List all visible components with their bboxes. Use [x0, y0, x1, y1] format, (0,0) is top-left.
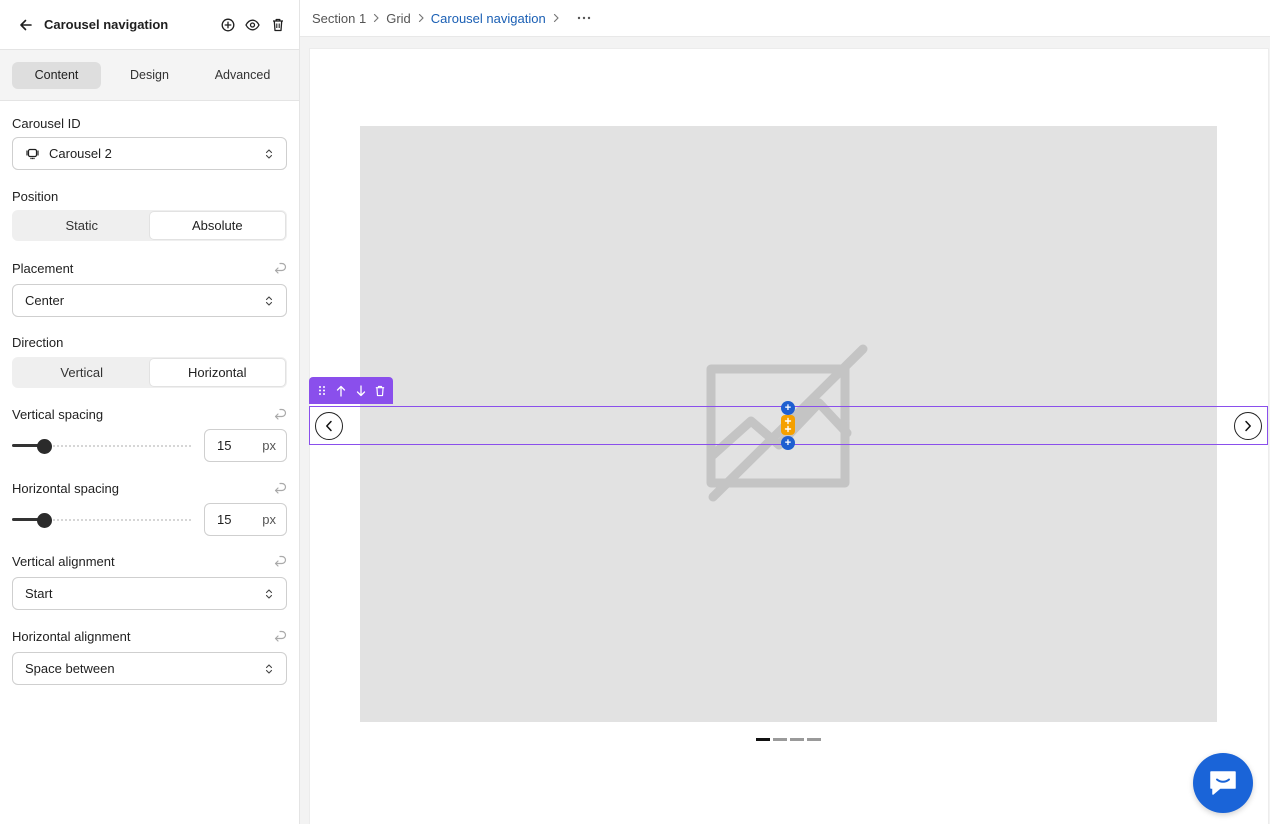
reset-arrow-icon[interactable]	[273, 554, 287, 568]
settings-sidebar: Carousel navigation Content Design Advan…	[0, 0, 300, 824]
chevron-right-icon	[368, 10, 384, 26]
vertical-alignment-label: Vertical alignment	[12, 553, 115, 569]
vertical-alignment-field: Vertical alignment Start	[12, 553, 287, 610]
arrow-up-icon	[337, 385, 346, 397]
breadcrumb-current[interactable]: Carousel navigation	[431, 11, 546, 26]
direction-vertical-option[interactable]: Vertical	[14, 359, 150, 386]
slider-thumb[interactable]	[36, 512, 52, 528]
add-element-button[interactable]	[218, 15, 237, 35]
placement-select[interactable]: Center	[12, 284, 287, 317]
arrow-left-icon	[20, 19, 32, 30]
reset-arrow-icon[interactable]	[273, 629, 287, 643]
chat-bubble-icon	[1210, 771, 1236, 795]
trash-icon	[376, 385, 385, 396]
carousel-prev-button[interactable]	[315, 412, 343, 440]
carousel-id-label: Carousel ID	[12, 115, 81, 131]
carousel-pagination	[756, 738, 821, 741]
move-down-button[interactable]	[352, 381, 370, 401]
plus-icon	[784, 417, 792, 433]
trash-icon	[272, 18, 283, 31]
vertical-spacing-input[interactable]: 15 px	[204, 429, 287, 462]
placement-value: Center	[25, 293, 65, 308]
horizontal-spacing-control: 15 px	[12, 503, 287, 536]
tab-content[interactable]: Content	[12, 61, 101, 89]
direction-label: Direction	[12, 334, 64, 350]
arrow-down-icon	[356, 384, 365, 396]
horizontal-spacing-slider[interactable]	[12, 512, 192, 528]
insert-before-button[interactable]: +	[781, 401, 795, 415]
carousel-id-select[interactable]: Carousel 2	[12, 137, 287, 170]
position-segmented-control: Static Absolute	[12, 210, 287, 241]
horizontal-alignment-value: Space between	[25, 661, 115, 676]
element-toolbar	[309, 377, 393, 404]
pagination-dot[interactable]	[756, 738, 770, 741]
carousel-next-button[interactable]	[1234, 412, 1262, 440]
direction-segmented-control: Vertical Horizontal	[12, 357, 287, 388]
drag-handle-button[interactable]	[313, 381, 331, 401]
back-button[interactable]	[16, 15, 36, 35]
chevron-right-icon	[413, 10, 429, 26]
chevron-updown-icon	[264, 587, 274, 601]
vertical-spacing-value: 15	[217, 438, 232, 453]
vertical-alignment-select[interactable]: Start	[12, 577, 287, 610]
vertical-spacing-field: Vertical spacing 15 px	[12, 406, 287, 462]
carousel-id-value: Carousel 2	[49, 146, 112, 161]
vertical-spacing-unit: px	[262, 438, 276, 453]
direction-horizontal-option[interactable]: Horizontal	[149, 359, 285, 386]
insert-after-button[interactable]: +	[781, 436, 795, 450]
reset-arrow-icon[interactable]	[273, 407, 287, 421]
placement-label: Placement	[12, 260, 74, 276]
direction-field: Direction Vertical Horizontal	[12, 334, 287, 388]
pagination-dot[interactable]	[807, 738, 821, 741]
position-static-option[interactable]: Static	[14, 212, 150, 239]
horizontal-spacing-field: Horizontal spacing 15 px	[12, 480, 287, 536]
tab-advanced[interactable]: Advanced	[198, 62, 287, 89]
insert-inside-button[interactable]	[781, 415, 795, 435]
horizontal-spacing-unit: px	[262, 512, 276, 527]
horizontal-alignment-field: Horizontal alignment Space between	[12, 628, 287, 685]
tab-design[interactable]: Design	[105, 62, 194, 89]
horizontal-alignment-label: Horizontal alignment	[12, 628, 131, 644]
chevron-updown-icon	[264, 662, 274, 676]
reset-arrow-icon[interactable]	[273, 481, 287, 495]
carousel-id-field: Carousel ID Carousel 2	[12, 115, 287, 170]
position-field: Position Static Absolute	[12, 188, 287, 241]
placement-field: Placement Center	[12, 260, 287, 317]
toolbar-delete-button[interactable]	[372, 381, 390, 401]
slider-thumb[interactable]	[36, 438, 52, 454]
eye-icon	[245, 19, 260, 30]
chevron-updown-icon	[264, 147, 274, 161]
more-icon[interactable]	[574, 10, 594, 26]
pagination-dot[interactable]	[790, 738, 804, 741]
horizontal-alignment-select[interactable]: Space between	[12, 652, 287, 685]
sidebar-title: Carousel navigation	[44, 17, 169, 32]
vertical-spacing-slider[interactable]	[12, 438, 192, 454]
pagination-dot[interactable]	[773, 738, 787, 741]
horizontal-spacing-value: 15	[217, 512, 232, 527]
vertical-spacing-label: Vertical spacing	[12, 406, 104, 422]
position-absolute-option[interactable]: Absolute	[149, 212, 285, 239]
chevron-updown-icon	[264, 294, 274, 308]
chevron-left-icon	[326, 420, 332, 432]
sidebar-tabs: Content Design Advanced	[0, 50, 299, 101]
horizontal-spacing-label: Horizontal spacing	[12, 480, 119, 496]
chevron-right-icon	[1245, 420, 1251, 432]
breadcrumb-section[interactable]: Section 1	[312, 11, 366, 26]
horizontal-spacing-input[interactable]: 15 px	[204, 503, 287, 536]
vertical-alignment-value: Start	[25, 586, 53, 601]
position-label: Position	[12, 188, 59, 204]
visibility-button[interactable]	[243, 15, 262, 35]
vertical-spacing-control: 15 px	[12, 429, 287, 462]
chat-support-button[interactable]	[1193, 753, 1253, 813]
reset-arrow-icon[interactable]	[273, 261, 287, 275]
breadcrumb-grid[interactable]: Grid	[386, 11, 411, 26]
breadcrumb: Section 1 Grid Carousel navigation	[300, 0, 1270, 37]
move-up-button[interactable]	[333, 381, 351, 401]
delete-button[interactable]	[268, 15, 287, 35]
carousel-icon	[25, 147, 39, 161]
sidebar-header: Carousel navigation	[0, 0, 299, 50]
drag-handle-icon	[318, 386, 325, 395]
plus-circle-icon	[221, 18, 234, 31]
chevron-right-icon	[548, 10, 564, 26]
